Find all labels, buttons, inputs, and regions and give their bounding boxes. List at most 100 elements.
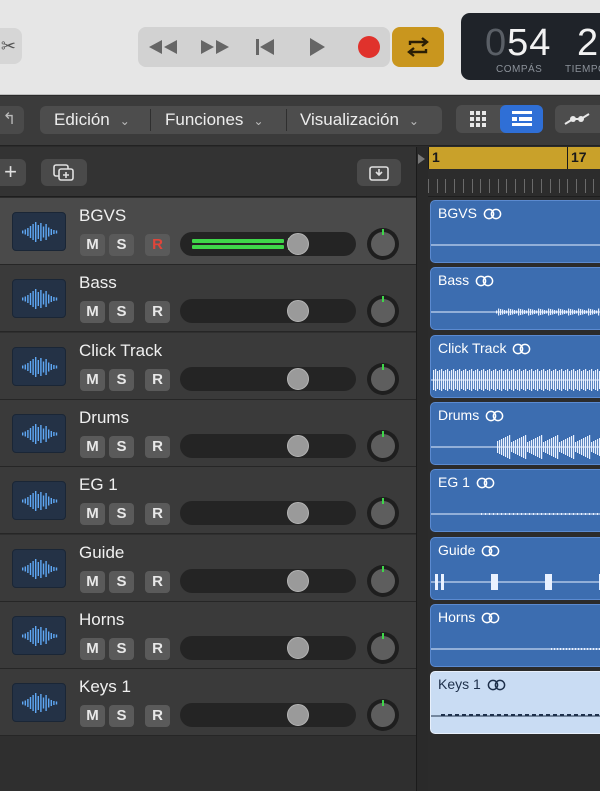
solo-button[interactable]: S xyxy=(109,369,134,391)
record-enable-button[interactable]: R xyxy=(145,503,170,525)
menu-divider xyxy=(150,109,151,131)
solo-button[interactable]: S xyxy=(109,301,134,323)
track-header[interactable]: Bass M S R xyxy=(0,265,416,332)
fader-knob[interactable] xyxy=(287,435,309,457)
track-name[interactable]: Guide xyxy=(79,543,124,563)
audio-region[interactable]: BGVS xyxy=(430,200,600,263)
volume-fader[interactable] xyxy=(180,703,356,727)
grid-view-button[interactable] xyxy=(456,105,499,133)
automation-button[interactable] xyxy=(555,105,600,133)
fader-knob[interactable] xyxy=(287,368,309,390)
header-divider[interactable] xyxy=(416,147,428,791)
solo-button[interactable]: S xyxy=(109,234,134,256)
fader-knob[interactable] xyxy=(287,233,309,255)
audio-region[interactable]: EG 1 xyxy=(430,469,600,532)
track-name[interactable]: Bass xyxy=(79,273,117,293)
duplicate-track-button[interactable] xyxy=(41,159,87,186)
pan-knob[interactable] xyxy=(367,699,399,731)
track-name[interactable]: Horns xyxy=(79,610,124,630)
pan-knob[interactable] xyxy=(367,565,399,597)
track-header[interactable]: Guide M S R xyxy=(0,535,416,602)
lcd-beat-label: TIEMPO xyxy=(565,64,600,75)
record-enable-button[interactable]: R xyxy=(145,638,170,660)
audio-region[interactable]: Drums xyxy=(430,402,600,465)
cycle-button[interactable] xyxy=(392,27,444,67)
audio-region[interactable]: Keys 1 xyxy=(430,671,600,734)
fader-knob[interactable] xyxy=(287,570,309,592)
mute-button[interactable]: M xyxy=(80,571,105,593)
lcd-display[interactable]: 054 2 COMPÁS TIEMPO xyxy=(461,13,600,80)
mute-button[interactable]: M xyxy=(80,369,105,391)
track-header[interactable]: Drums M S R xyxy=(0,400,416,467)
track-header[interactable]: EG 1 MSR xyxy=(0,467,416,534)
pan-knob[interactable] xyxy=(367,430,399,462)
record-enable-button[interactable]: R xyxy=(145,705,170,727)
mute-button[interactable]: M xyxy=(80,436,105,458)
menu-functions[interactable]: Funciones ⌄ xyxy=(165,106,264,134)
ruler-tick xyxy=(541,179,543,193)
solo-button[interactable]: S xyxy=(109,571,134,593)
pan-knob[interactable] xyxy=(367,497,399,529)
track-name[interactable]: EG 1 xyxy=(79,475,118,495)
record-enable-button[interactable]: R xyxy=(145,369,170,391)
volume-fader[interactable] xyxy=(180,636,356,660)
track-name[interactable]: Keys 1 xyxy=(79,677,131,697)
record-button[interactable] xyxy=(349,27,389,67)
track-header[interactable]: BGVS M S R xyxy=(0,198,416,265)
track-header[interactable]: Horns M S R xyxy=(0,602,416,669)
region-waveform xyxy=(431,574,600,590)
mute-button[interactable]: M xyxy=(80,638,105,660)
track-header[interactable]: Keys 1 MSR xyxy=(0,669,416,736)
fader-knob[interactable] xyxy=(287,637,309,659)
track-name[interactable]: BGVS xyxy=(79,206,126,226)
track-header[interactable]: Click Track M S R xyxy=(0,333,416,400)
mute-button[interactable]: M xyxy=(80,503,105,525)
mute-button[interactable]: M xyxy=(80,234,105,256)
audio-region[interactable]: Horns xyxy=(430,604,600,667)
audio-track-icon xyxy=(12,683,66,722)
volume-fader[interactable] xyxy=(180,367,356,391)
record-enable-button[interactable]: R xyxy=(145,301,170,323)
mute-button[interactable]: M xyxy=(80,301,105,323)
solo-button[interactable]: S xyxy=(109,436,134,458)
audio-region[interactable]: Guide xyxy=(430,537,600,600)
solo-button[interactable]: S xyxy=(109,638,134,660)
solo-button[interactable]: S xyxy=(109,705,134,727)
record-enable-button[interactable]: R xyxy=(145,436,170,458)
audio-region[interactable]: Bass xyxy=(430,267,600,330)
record-enable-button[interactable]: R xyxy=(145,234,170,256)
track-name[interactable]: Drums xyxy=(79,408,129,428)
audio-region[interactable]: Click Track xyxy=(430,335,600,398)
pan-knob[interactable] xyxy=(367,228,399,260)
catch-playhead-button[interactable] xyxy=(357,159,401,186)
timeline-ruler[interactable]: 1 17 xyxy=(428,147,600,197)
scissors-icon[interactable]: ✂ xyxy=(0,28,22,64)
record-enable-button[interactable]: R xyxy=(145,571,170,593)
play-button[interactable] xyxy=(297,27,337,67)
pan-knob[interactable] xyxy=(367,632,399,664)
solo-button[interactable]: S xyxy=(109,503,134,525)
volume-fader[interactable] xyxy=(180,232,356,256)
fader-knob[interactable] xyxy=(287,704,309,726)
volume-fader[interactable] xyxy=(180,434,356,458)
fader-knob[interactable] xyxy=(287,300,309,322)
mute-button[interactable]: M xyxy=(80,705,105,727)
pan-knob[interactable] xyxy=(367,295,399,327)
volume-fader[interactable] xyxy=(180,501,356,525)
waveform-icon xyxy=(22,692,58,713)
track-name[interactable]: Click Track xyxy=(79,341,162,361)
add-track-button[interactable]: + xyxy=(0,159,26,186)
ruler-marker: 1 xyxy=(432,149,440,165)
pan-knob-face xyxy=(371,299,395,323)
volume-fader[interactable] xyxy=(180,299,356,323)
fast-forward-button[interactable] xyxy=(195,27,235,67)
go-to-beginning-button[interactable] xyxy=(245,27,285,67)
volume-fader[interactable] xyxy=(180,569,356,593)
fader-knob[interactable] xyxy=(287,502,309,524)
menu-edit[interactable]: Edición ⌄ xyxy=(54,106,130,134)
rewind-button[interactable] xyxy=(143,27,183,67)
pan-knob[interactable] xyxy=(367,363,399,395)
tracks-view-button[interactable] xyxy=(500,105,543,133)
back-icon[interactable]: ↰ xyxy=(0,106,24,134)
menu-view[interactable]: Visualización ⌄ xyxy=(300,106,419,134)
